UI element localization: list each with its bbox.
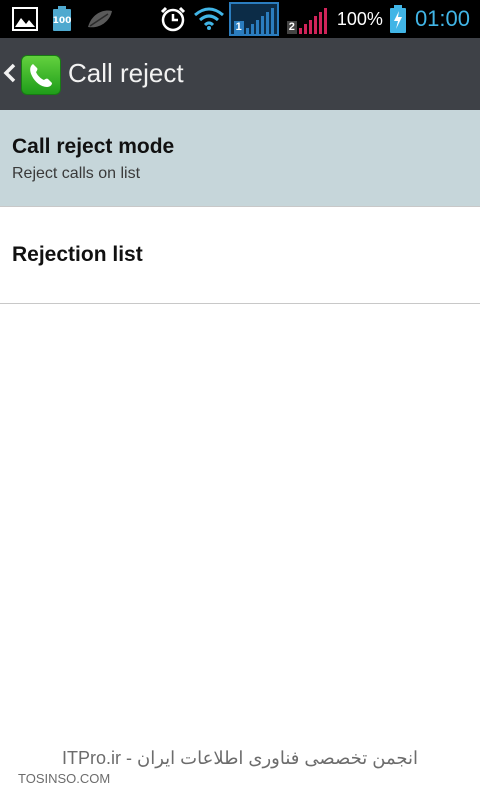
status-bar: 100 1 2 100% 01:00	[0, 0, 480, 38]
alarm-clock-icon	[159, 5, 187, 33]
watermark-line1: ITPro.ir - انجمن تخصصی فناوری اطلاعات ای…	[62, 748, 418, 768]
item-subtitle: Reject calls on list	[12, 165, 141, 182]
battery-100-icon: 100	[52, 6, 72, 32]
watermark-line2: TOSINSO.COM	[18, 771, 111, 786]
battery-small-label: 100	[52, 16, 72, 26]
gallery-icon	[12, 7, 38, 31]
phone-icon[interactable]	[21, 55, 61, 95]
action-bar: Call reject	[0, 38, 480, 110]
battery-charging-icon	[389, 5, 407, 33]
sim1-label: 1	[233, 21, 244, 34]
sim2-label: 2	[286, 21, 297, 34]
item-title: Call reject mode	[12, 135, 175, 158]
status-left-icons: 100	[12, 6, 114, 32]
sim1-bars	[245, 8, 274, 34]
status-right-icons: 1 2 100% 01:00	[159, 0, 470, 38]
battery-percent: 100%	[336, 8, 383, 29]
page-title: Call reject	[68, 58, 184, 88]
call-reject-mode-item[interactable]: Call reject mode Reject calls on list	[0, 110, 480, 207]
leaf-icon	[86, 9, 114, 29]
sim2-signal-icon: 2	[286, 4, 327, 34]
status-clock: 01:00	[414, 6, 470, 31]
wifi-icon	[193, 7, 225, 31]
back-chevron-icon[interactable]	[3, 58, 17, 88]
rejection-list-item[interactable]: Rejection list	[0, 207, 480, 304]
sim1-signal-icon: 1	[228, 2, 279, 36]
sim2-bars	[298, 8, 327, 34]
settings-list: Call reject mode Reject calls on list Re…	[0, 110, 480, 304]
item-title: Rejection list	[12, 243, 143, 266]
